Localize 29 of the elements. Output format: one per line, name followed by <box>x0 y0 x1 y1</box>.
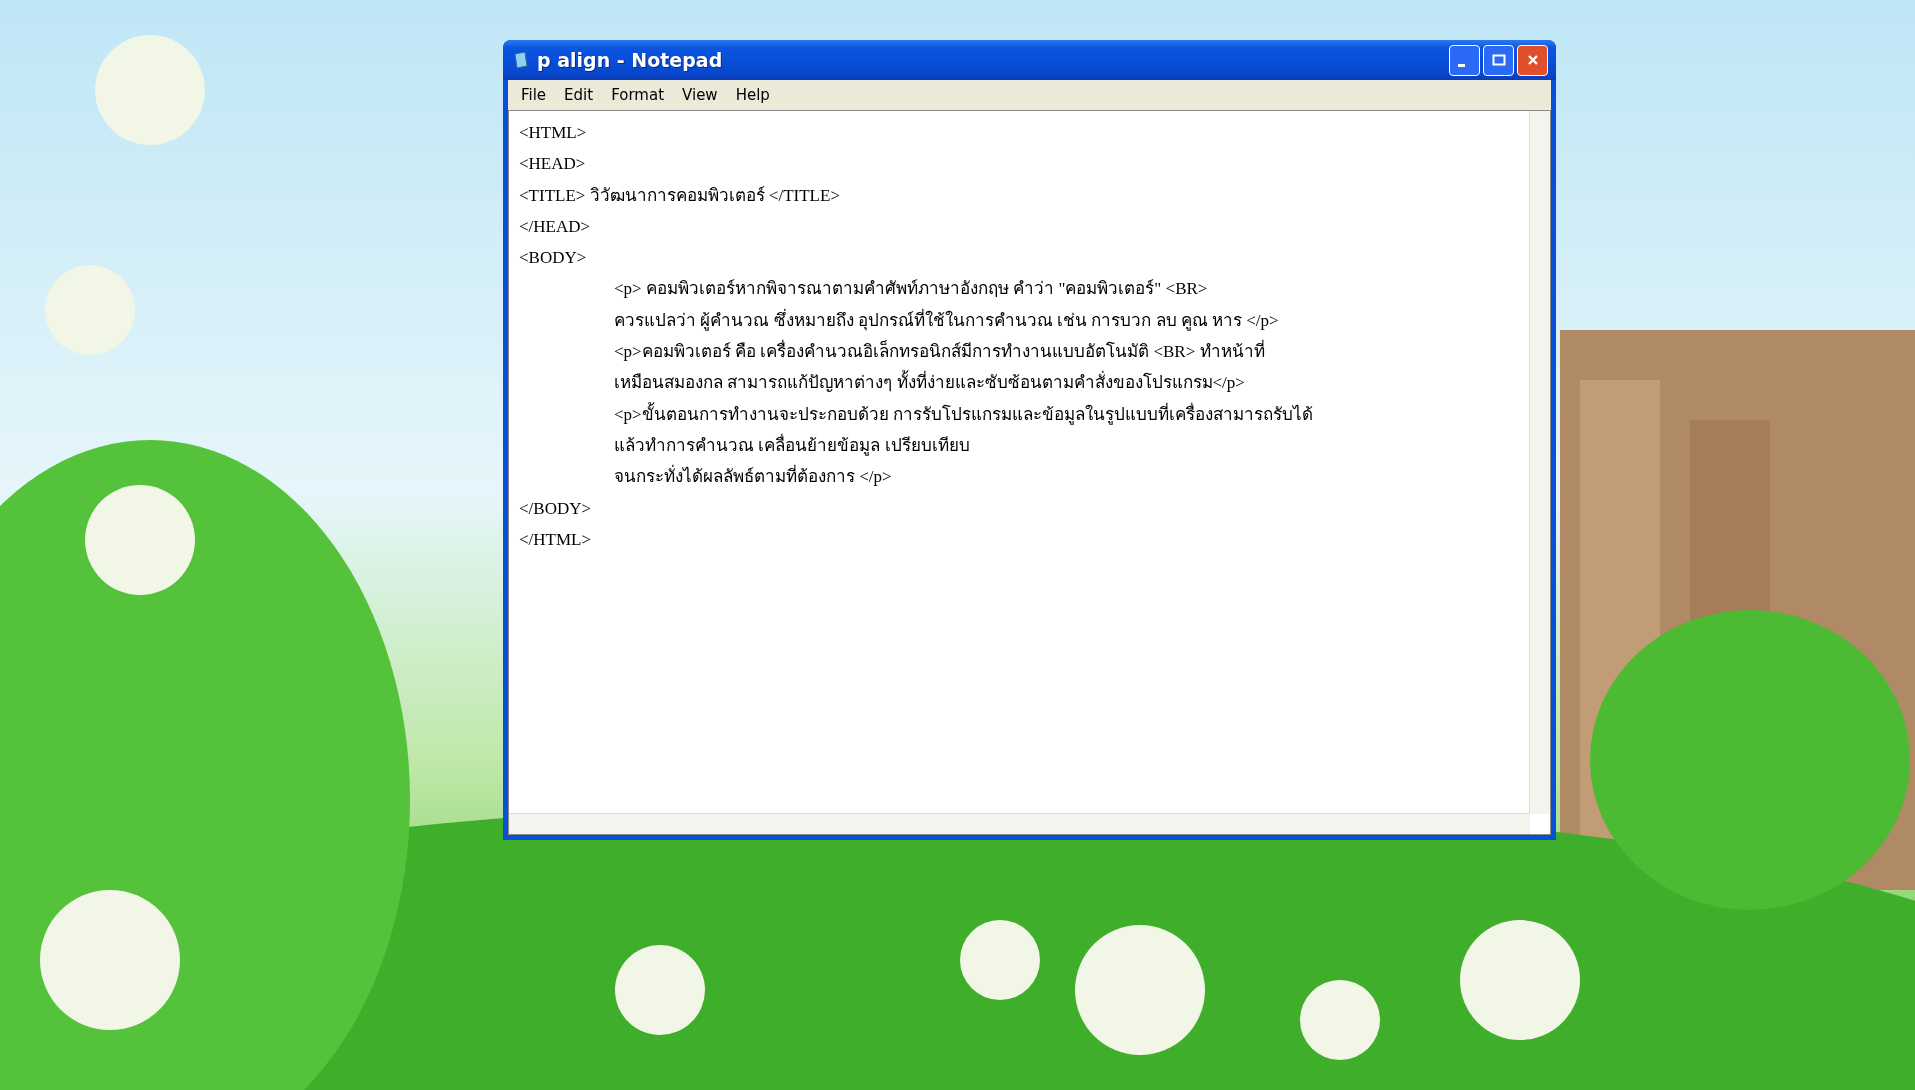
menu-item[interactable]: File <box>512 86 556 104</box>
menu-item[interactable]: View <box>673 86 727 104</box>
code-line: </BODY> <box>519 497 593 520</box>
menu-item[interactable]: Help <box>726 86 779 104</box>
menu-item[interactable]: Format <box>602 86 674 104</box>
code-line: <HEAD> <box>519 153 587 176</box>
notepad-icon <box>513 51 529 69</box>
code-line: <p> คอมพิวเตอร์หากพิจารณาตามคำศัพท์ภาษาอังกฤษ คำว่า "คอมพิวเตอร์" <BR> <box>613 278 1209 301</box>
minimize-icon <box>1458 63 1465 67</box>
window-title: p align - Notepad <box>537 49 724 71</box>
code-line: ควรแปลว่า ผู้คำนวณ ซึ่งหมายถึง อุปกรณ์ที่ใช้ในการคำนวณ เช่น การบวก ลบ คูณ หาร </p> <box>613 307 1280 333</box>
maximize-button[interactable] <box>1483 44 1514 76</box>
code-line: <BODY> <box>519 247 588 270</box>
minimize-button[interactable] <box>1449 44 1480 76</box>
close-button[interactable] <box>1517 44 1548 76</box>
horizontal-scrollbar[interactable] <box>509 813 1530 834</box>
code-line: <TITLE> วิวัฒนาการคอมพิวเตอร์ </TITLE> <box>519 184 841 207</box>
menu-item[interactable]: Edit <box>555 86 603 104</box>
code-line: จนกระทั่งได้ผลลัพธ์ตามที่ต้องการ </p> <box>519 461 1540 493</box>
maximize-icon <box>1491 54 1506 66</box>
code-line: <HTML> <box>519 122 588 144</box>
code-line: <p>ขั้นตอนการทำงานจะประกอบด้วย การรับโปรแกรมและข้อมูลในรูปแบบที่เครื่องสามารถรับได้ <box>613 401 1314 427</box>
code-line: แล้วทำการคำนวณ เคลื่อนย้ายข้อมูล เปรียบเทียบ <box>613 432 971 458</box>
close-icon <box>1526 54 1539 66</box>
vertical-scrollbar[interactable] <box>1529 111 1550 814</box>
code-line: </HTML> <box>519 528 593 551</box>
code-line: เหมือนสมองกล สามารถแก้ปัญหาต่างๆ ทั้งที่ง่ายและซับซ้อนตามคำสั่งของโปรแกรม</p> <box>519 367 1540 399</box>
code-line: </HEAD> <box>519 215 592 238</box>
code-line: <p>คอมพิวเตอร์ คือ เครื่องคำนวณอิเล็กทรอนิกส์มีการทำงานแบบอัตโนมัติ <BR> ทำหน้าที่ <box>519 336 1540 368</box>
